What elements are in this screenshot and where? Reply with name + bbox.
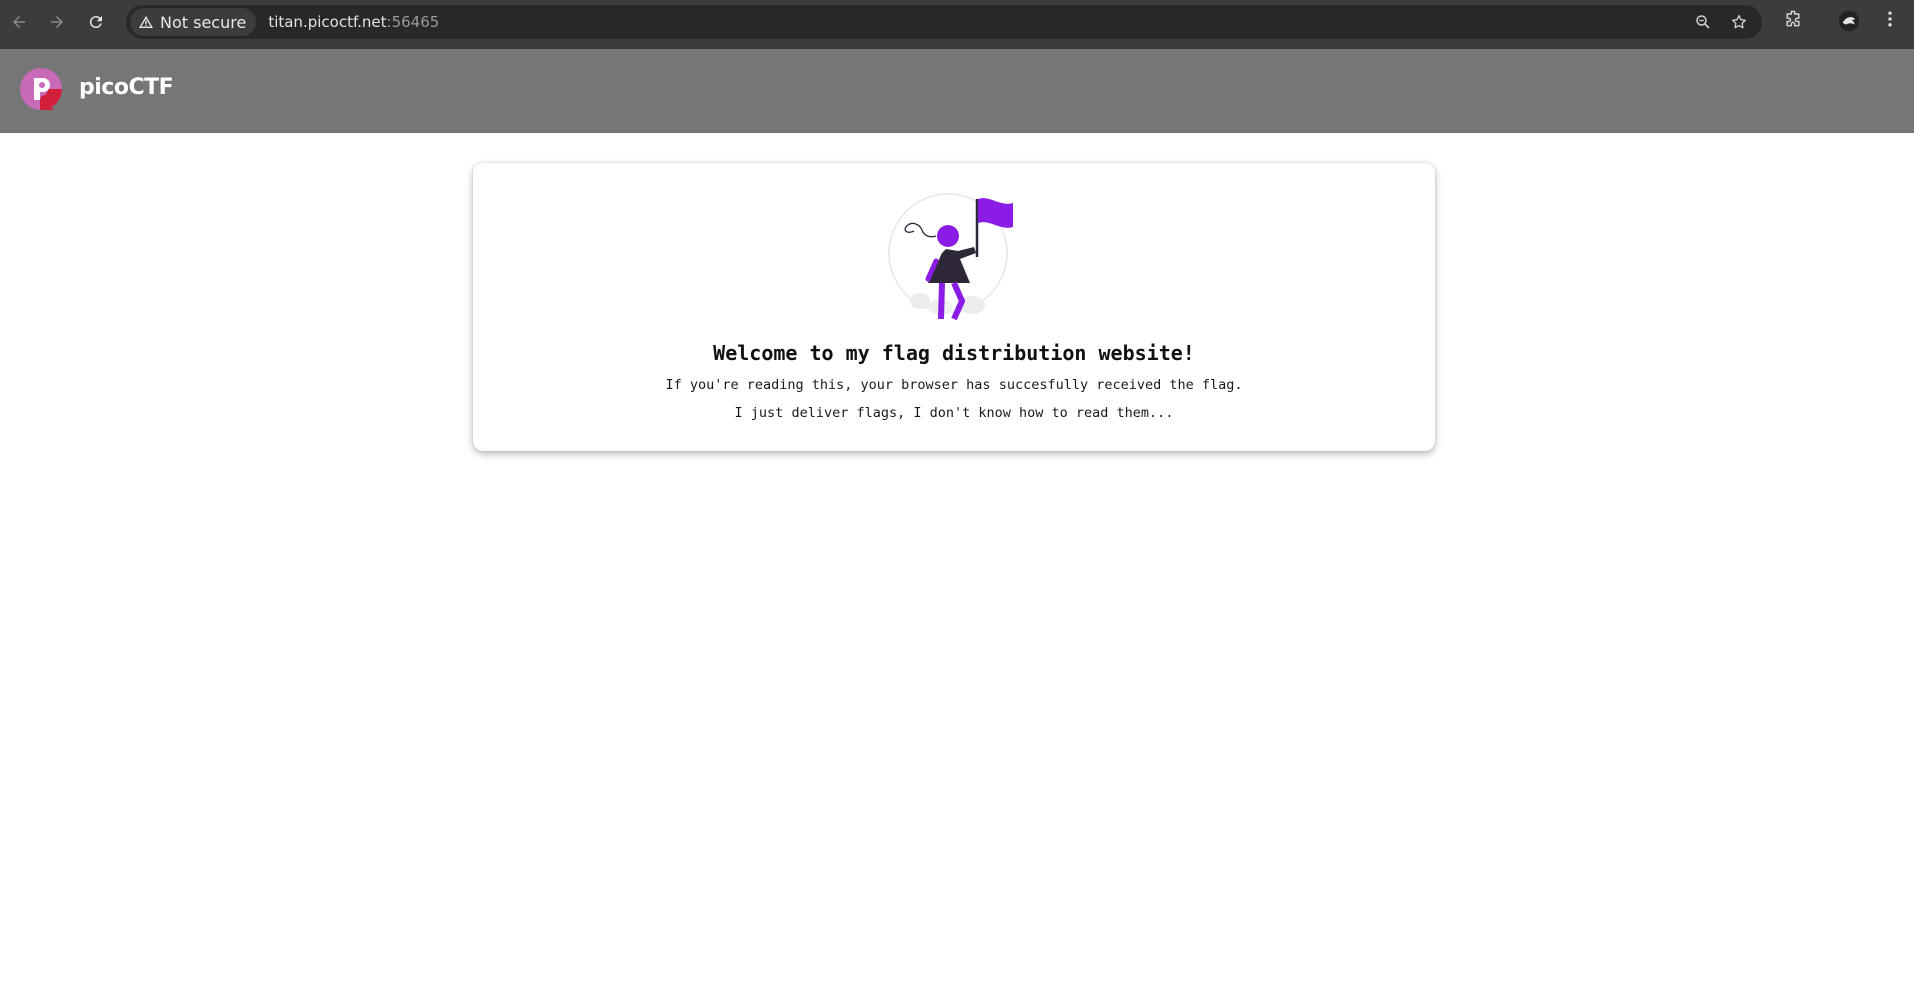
bookmark-star-icon xyxy=(1731,14,1747,29)
url-port: :56465 xyxy=(386,13,440,31)
zoom-icon xyxy=(1696,15,1710,29)
message-line-1: If you're reading this, your browser has… xyxy=(665,377,1243,393)
extensions-button[interactable] xyxy=(1783,9,1803,29)
reload-icon xyxy=(89,16,102,29)
picoctf-logo-icon[interactable] xyxy=(20,68,62,110)
security-chip-label: Not secure xyxy=(160,12,247,32)
reload-button[interactable] xyxy=(81,7,111,37)
back-icon xyxy=(13,16,25,28)
url-text[interactable]: titan.picoctf.net:56465 xyxy=(268,13,439,31)
bookmark-button[interactable] xyxy=(1728,10,1750,34)
profile-avatar xyxy=(1838,10,1860,32)
warning-icon xyxy=(139,16,153,28)
message-line-2: I just deliver flags, I don't know how t… xyxy=(734,405,1174,421)
brand-name[interactable]: picoCTF xyxy=(79,75,174,100)
url-host: titan.picoctf.net xyxy=(268,13,387,31)
browser-toolbar: Not secure titan.picoctf.net:56465 xyxy=(0,0,1914,49)
zoom-button[interactable] xyxy=(1692,10,1714,34)
back-button[interactable] xyxy=(4,7,34,37)
extensions-icon xyxy=(1786,10,1800,27)
page-title: Welcome to my flag distribution website! xyxy=(713,341,1195,365)
profile-button[interactable] xyxy=(1838,10,1860,32)
security-chip[interactable]: Not secure xyxy=(130,8,257,36)
more-menu-icon xyxy=(1888,11,1892,27)
address-bar[interactable]: Not secure titan.picoctf.net:56465 xyxy=(126,5,1762,39)
forward-button[interactable] xyxy=(42,7,72,37)
flag-girl-illustration xyxy=(888,193,1013,321)
forward-icon xyxy=(51,16,63,28)
more-menu-button[interactable] xyxy=(1880,9,1900,29)
site-header: picoCTF xyxy=(0,49,1914,133)
welcome-card: Welcome to my flag distribution website!… xyxy=(473,163,1435,451)
